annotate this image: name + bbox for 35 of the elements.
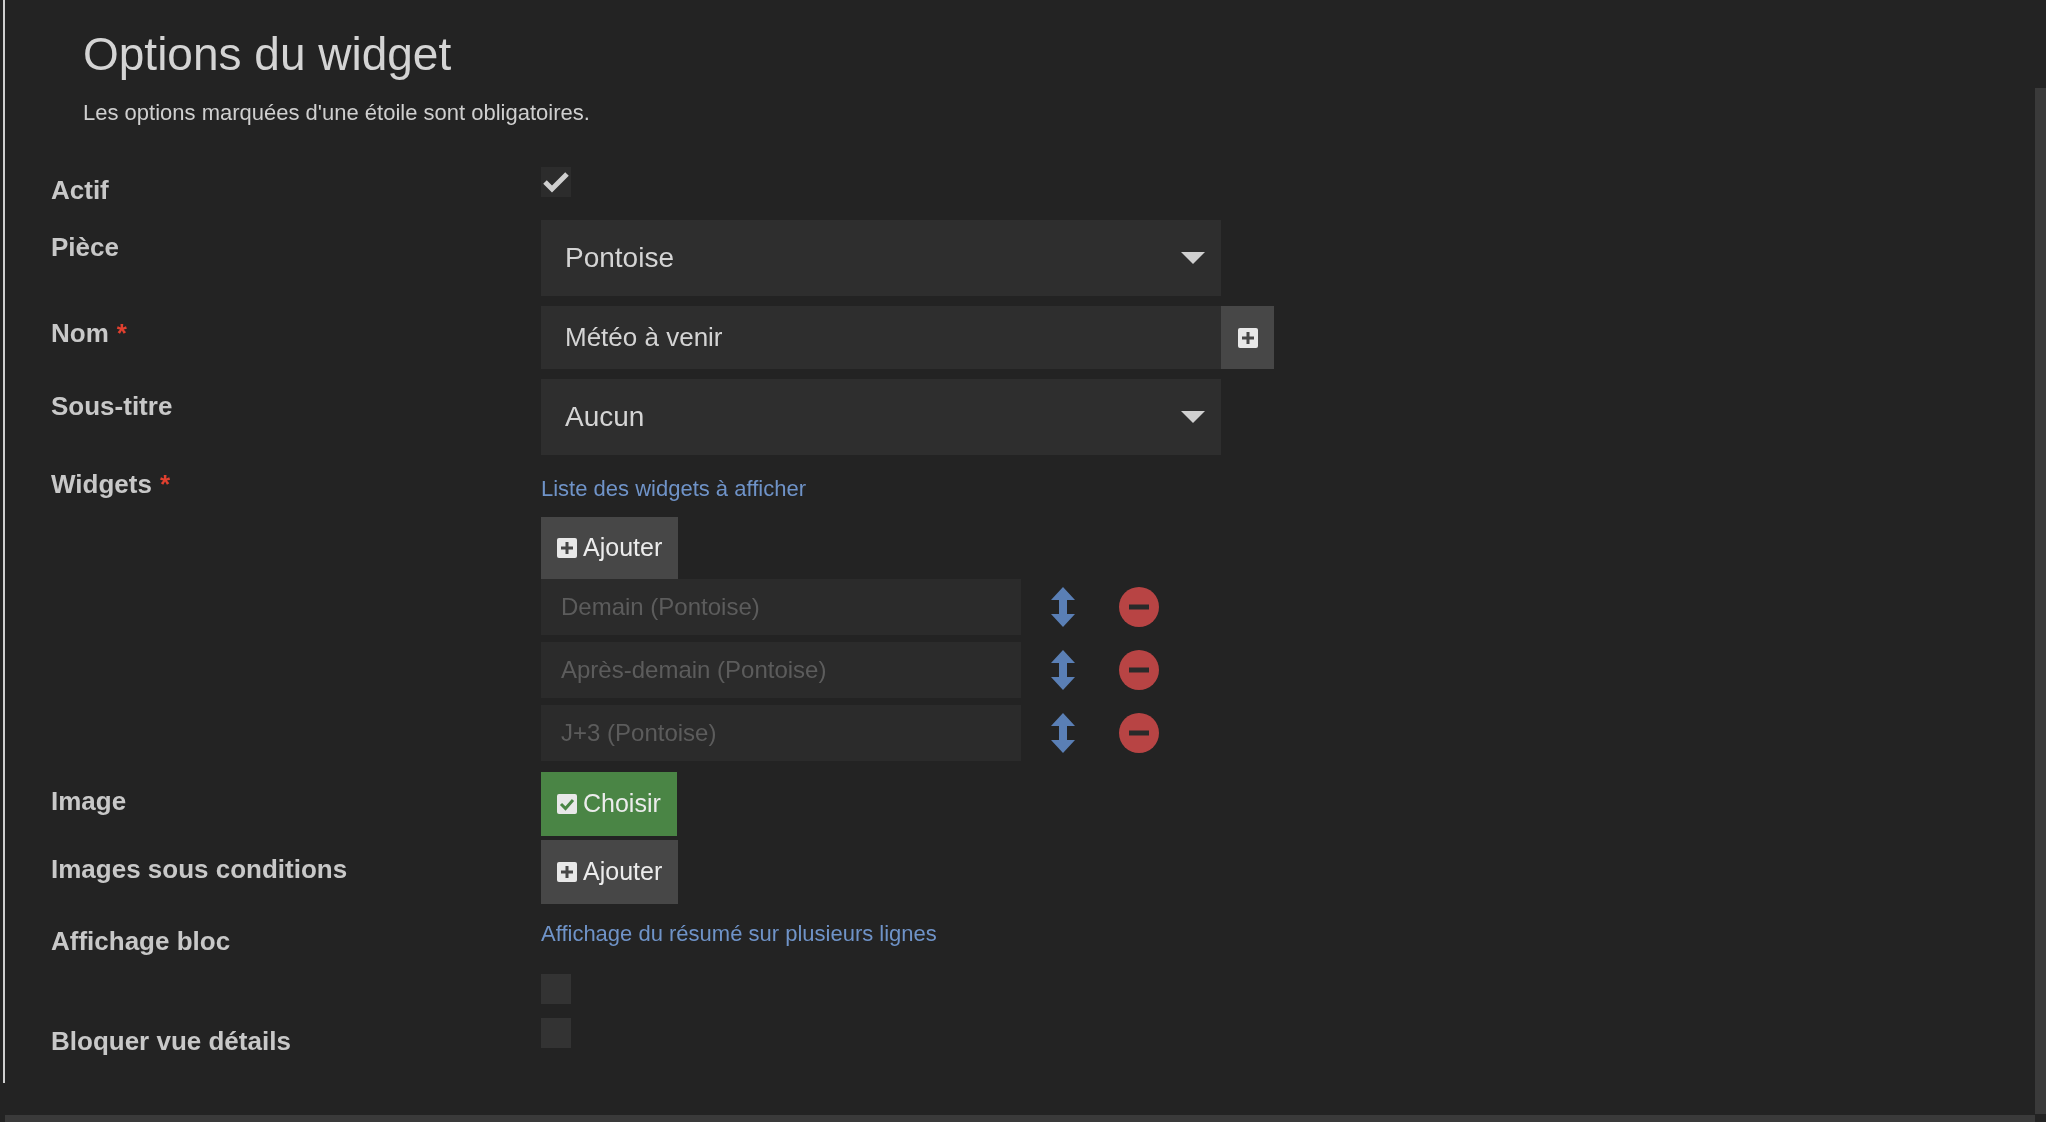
- required-asterisk: *: [116, 317, 127, 350]
- required-asterisk: *: [159, 468, 170, 501]
- checkbox-icon: [557, 794, 577, 814]
- checkbox[interactable]: [541, 167, 571, 197]
- field-label: Images sous conditions: [51, 853, 348, 886]
- field-label: Nom: [51, 317, 109, 350]
- add-button[interactable]: Ajouter: [541, 517, 679, 579]
- move-icon[interactable]: [1051, 713, 1075, 753]
- field-label: Actif: [51, 174, 109, 207]
- dropdown[interactable]: Aucun: [541, 379, 1221, 455]
- field-label: Sous-titre: [51, 390, 173, 423]
- help-link[interactable]: Liste des widgets à afficher: [541, 473, 1159, 505]
- caret-icon: [1181, 252, 1205, 264]
- remove-icon[interactable]: [1119, 650, 1159, 690]
- move-icon[interactable]: [1051, 650, 1075, 690]
- plus-icon: [1237, 327, 1258, 348]
- field-label: Pièce: [51, 231, 119, 264]
- page-title: Options du widget: [83, 27, 453, 82]
- add-button[interactable]: [1221, 306, 1274, 369]
- text-field[interactable]: Météo à venir: [541, 306, 1221, 369]
- remove-icon[interactable]: [1119, 713, 1159, 753]
- choose-button[interactable]: Choisir: [541, 772, 677, 836]
- caret-icon: [1181, 411, 1205, 423]
- field-label: Bloquer vue détails: [51, 1025, 291, 1058]
- plus-icon: [557, 862, 577, 882]
- move-icon[interactable]: [1051, 587, 1075, 627]
- add-button[interactable]: Ajouter: [541, 840, 679, 904]
- field-label: Image: [51, 785, 127, 818]
- help-link[interactable]: Affichage du résumé sur plusieurs lignes: [541, 918, 937, 950]
- field-label: Widgets: [51, 468, 152, 501]
- field-label: Affichage bloc: [51, 925, 231, 958]
- plus-icon: [557, 538, 577, 558]
- info-text: Les options marquées d'une étoile sont obligatoires.: [83, 99, 591, 127]
- remove-icon[interactable]: [1119, 587, 1159, 627]
- dropdown[interactable]: Pontoise: [541, 220, 1221, 296]
